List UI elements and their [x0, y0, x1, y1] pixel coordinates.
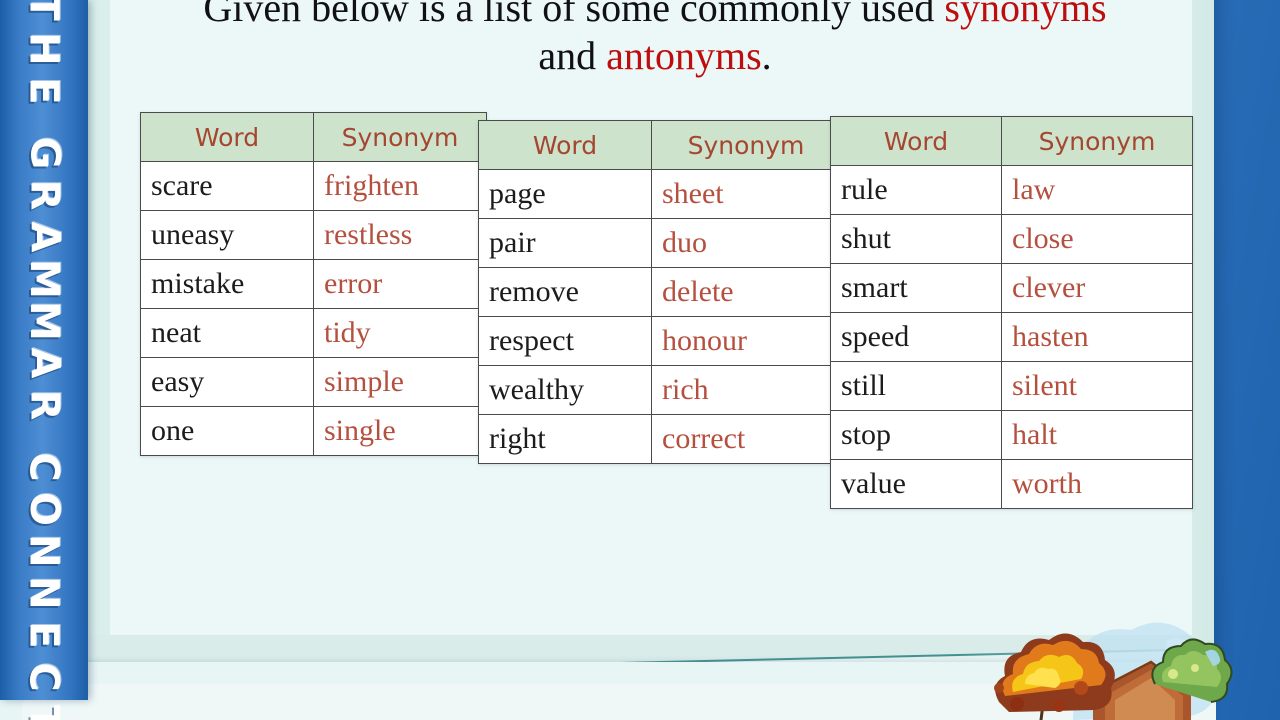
- cell-word: still: [830, 361, 1002, 411]
- synonym-table-1: Word Synonym scare frighten uneasy restless mi…: [140, 112, 487, 456]
- table-row: stop halt: [830, 410, 1193, 460]
- brand-letter: T: [20, 705, 67, 720]
- table-row: one single: [140, 406, 487, 456]
- table-row: uneasy restless: [140, 210, 487, 260]
- cell-word: value: [830, 459, 1002, 509]
- title-line-2: and antonyms.: [132, 32, 1178, 80]
- cell-synonym: halt: [1001, 410, 1193, 460]
- table-row: right correct: [478, 414, 841, 464]
- table-row: easy simple: [140, 357, 487, 407]
- cell-synonym: sheet: [651, 169, 841, 219]
- synonym-tables: Word Synonym scare frighten uneasy restless mi…: [0, 112, 1280, 572]
- column-header-synonym: Synonym: [651, 120, 841, 170]
- cell-synonym: rich: [651, 365, 841, 415]
- table-header-row: Word Synonym: [830, 116, 1193, 166]
- table-row: shut close: [830, 214, 1193, 264]
- cell-word: scare: [140, 161, 314, 211]
- cell-word: page: [478, 169, 652, 219]
- cell-synonym: single: [313, 406, 487, 456]
- title-line-2-period: .: [761, 33, 772, 78]
- column-header-word: Word: [830, 116, 1002, 166]
- cell-word: respect: [478, 316, 652, 366]
- table-row: value worth: [830, 459, 1193, 509]
- cell-synonym: duo: [651, 218, 841, 268]
- synonym-table-3: Word Synonym rule law shut close smart clever sp…: [830, 116, 1193, 509]
- table-row: page sheet: [478, 169, 841, 219]
- cell-word: one: [140, 406, 314, 456]
- table-header-row: Word Synonym: [478, 120, 841, 170]
- table-row: wealthy rich: [478, 365, 841, 415]
- cell-word: right: [478, 414, 652, 464]
- cell-synonym: clever: [1001, 263, 1193, 313]
- slide-canvas: THEGRAMMARCONNECT Given below is a list …: [0, 0, 1280, 720]
- title-line-2-text: and: [538, 33, 607, 78]
- cell-word: uneasy: [140, 210, 314, 260]
- cell-synonym: honour: [651, 316, 841, 366]
- table-row: smart clever: [830, 263, 1193, 313]
- cell-word: stop: [830, 410, 1002, 460]
- column-header-synonym: Synonym: [313, 112, 487, 162]
- title-highlight-antonyms: antonyms: [606, 33, 762, 78]
- column-header-word: Word: [140, 112, 314, 162]
- table-row: pair duo: [478, 218, 841, 268]
- table-row: speed hasten: [830, 312, 1193, 362]
- title-line-1: Given below is a list of some commonly u…: [132, 0, 1178, 32]
- table-row: neat tidy: [140, 308, 487, 358]
- autumn-trees-illustration: [955, 596, 1235, 720]
- cell-word: wealthy: [478, 365, 652, 415]
- cell-synonym: worth: [1001, 459, 1193, 509]
- cell-synonym: simple: [313, 357, 487, 407]
- brand-letter: T: [20, 0, 67, 21]
- brand-letter: E: [20, 77, 67, 105]
- table-row: still silent: [830, 361, 1193, 411]
- cell-word: smart: [830, 263, 1002, 313]
- column-header-synonym: Synonym: [1001, 116, 1193, 166]
- cell-word: mistake: [140, 259, 314, 309]
- brand-letter: N: [20, 576, 67, 610]
- autumn-trees-svg: [994, 622, 1233, 720]
- cell-word: remove: [478, 267, 652, 317]
- cell-word: speed: [830, 312, 1002, 362]
- synonym-table-2: Word Synonym page sheet pair duo remove delete r…: [478, 120, 841, 464]
- cell-word: rule: [830, 165, 1002, 215]
- cell-word: easy: [140, 357, 314, 407]
- cell-synonym: close: [1001, 214, 1193, 264]
- cell-synonym: delete: [651, 267, 841, 317]
- table-row: scare frighten: [140, 161, 487, 211]
- table-row: rule law: [830, 165, 1193, 215]
- column-header-word: Word: [478, 120, 652, 170]
- cell-word: shut: [830, 214, 1002, 264]
- title-highlight-synonyms: synonyms: [944, 0, 1107, 30]
- cell-synonym: frighten: [313, 161, 487, 211]
- table-row: remove delete: [478, 267, 841, 317]
- slide-title: Given below is a list of some commonly u…: [132, 0, 1178, 80]
- table-row: mistake error: [140, 259, 487, 309]
- table-header-row: Word Synonym: [140, 112, 487, 162]
- cell-word: pair: [478, 218, 652, 268]
- table-row: respect honour: [478, 316, 841, 366]
- brand-letter: E: [20, 621, 67, 649]
- cell-synonym: law: [1001, 165, 1193, 215]
- cell-synonym: hasten: [1001, 312, 1193, 362]
- brand-letter: C: [20, 662, 67, 692]
- cell-synonym: restless: [313, 210, 487, 260]
- cell-word: neat: [140, 308, 314, 358]
- brand-letter: H: [20, 32, 67, 66]
- title-line-1-text: Given below is a list of some commonly u…: [203, 0, 945, 30]
- cell-synonym: tidy: [313, 308, 487, 358]
- cell-synonym: silent: [1001, 361, 1193, 411]
- cell-synonym: error: [313, 259, 487, 309]
- cell-synonym: correct: [651, 414, 841, 464]
